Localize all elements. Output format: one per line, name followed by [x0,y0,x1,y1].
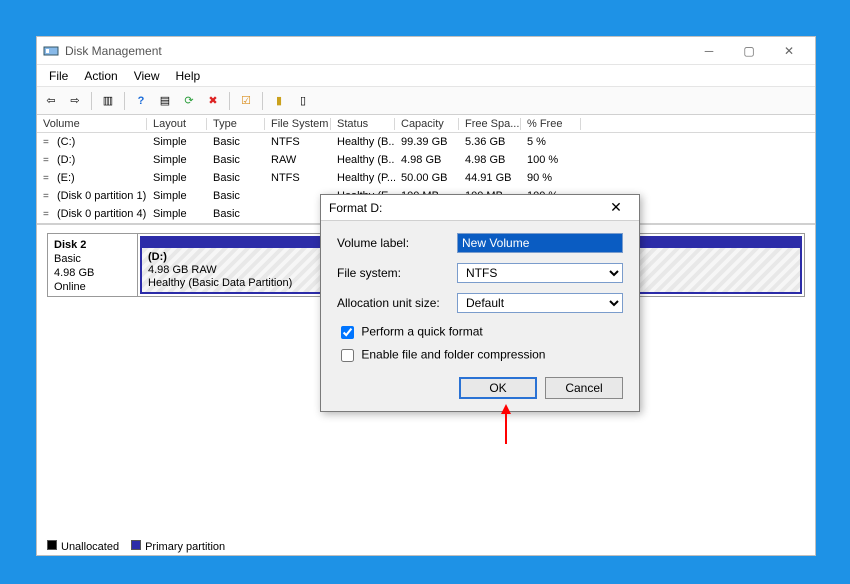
disk-label-disk2: Disk 2 Basic 4.98 GB Online [48,234,138,296]
col-pct[interactable]: % Free [521,118,581,130]
table-row[interactable]: =(D:)SimpleBasicRAWHealthy (B...4.98 GB4… [37,151,815,169]
disk-size: 4.98 GB [54,267,94,279]
delete-icon[interactable]: ✖ [203,91,223,111]
maximize-button[interactable]: ▢ [729,38,769,64]
refresh-icon[interactable]: ⟳ [179,91,199,111]
menu-help[interactable]: Help [168,69,209,83]
partition-line2: 4.98 GB RAW [148,264,217,276]
legend: Unallocated Primary partition [47,540,225,553]
cancel-button[interactable]: Cancel [545,377,623,399]
forward-icon[interactable]: ⇨ [65,91,85,111]
col-volume[interactable]: Volume [37,118,147,130]
quick-format-label: Perform a quick format [361,325,482,339]
col-layout[interactable]: Layout [147,118,207,130]
help-icon[interactable]: ? [131,91,151,111]
minimize-button[interactable]: ─ [689,38,729,64]
compression-checkbox[interactable] [341,349,354,362]
annotation-arrow-icon [499,404,513,454]
allocation-unit-label: Allocation unit size: [337,296,457,310]
file-system-label: File system: [337,266,457,280]
col-capacity[interactable]: Capacity [395,118,459,130]
show-hide-tree-icon[interactable]: ▥ [98,91,118,111]
toolbar: ⇦ ⇨ ▥ ? ▤ ⟳ ✖ ☑ ▮ ▯ [37,87,815,115]
col-status[interactable]: Status [331,118,395,130]
window-title: Disk Management [65,44,689,58]
action2-icon[interactable]: ▯ [293,91,313,111]
volume-label-input[interactable] [457,233,623,253]
partition-label: (D:) [148,251,167,263]
quick-format-checkbox[interactable] [341,326,354,339]
close-button[interactable]: ✕ [769,38,809,64]
menu-file[interactable]: File [41,69,76,83]
titlebar: Disk Management ─ ▢ ✕ [37,37,815,65]
app-icon [43,43,59,59]
dialog-titlebar: Format D: ✕ [321,195,639,221]
disk-type: Basic [54,253,81,265]
legend-primary: Primary partition [131,540,225,553]
disk-state: Online [54,281,86,293]
format-dialog: Format D: ✕ Volume label: File system: N… [320,194,640,412]
properties-icon[interactable]: ☑ [236,91,256,111]
volume-list-header: Volume Layout Type File System Status Ca… [37,115,815,133]
action1-icon[interactable]: ▮ [269,91,289,111]
table-row[interactable]: =(C:)SimpleBasicNTFSHealthy (B...99.39 G… [37,133,815,151]
dialog-title: Format D: [329,201,382,215]
ok-button[interactable]: OK [459,377,537,399]
col-fs[interactable]: File System [265,118,331,130]
partition-line3: Healthy (Basic Data Partition) [148,277,292,289]
dialog-close-icon[interactable]: ✕ [601,199,631,216]
col-free[interactable]: Free Spa... [459,118,521,130]
back-icon[interactable]: ⇦ [41,91,61,111]
menu-action[interactable]: Action [76,69,125,83]
volume-label-label: Volume label: [337,236,457,250]
settings-icon[interactable]: ▤ [155,91,175,111]
col-type[interactable]: Type [207,118,265,130]
menu-view[interactable]: View [126,69,168,83]
compression-label: Enable file and folder compression [361,348,545,362]
allocation-unit-select[interactable]: Default [457,293,623,313]
legend-unallocated: Unallocated [47,540,119,553]
menubar: File Action View Help [37,65,815,87]
file-system-select[interactable]: NTFS [457,263,623,283]
disk-title: Disk 2 [54,239,86,251]
table-row[interactable]: =(E:)SimpleBasicNTFSHealthy (P...50.00 G… [37,169,815,187]
